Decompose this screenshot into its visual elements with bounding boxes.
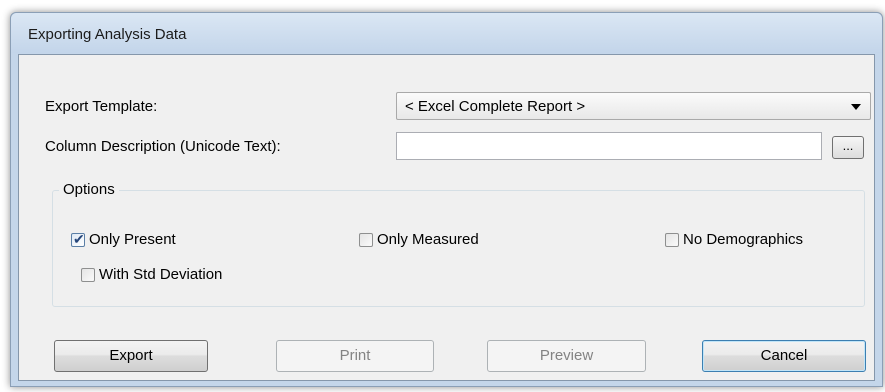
window-title: Exporting Analysis Data [28,26,187,43]
export-button[interactable]: Export [54,340,208,372]
only-measured-label[interactable]: Only Measured [377,231,479,248]
options-group [52,190,865,307]
with-std-deviation-label[interactable]: With Std Deviation [99,266,222,283]
with-std-deviation-checkbox[interactable] [81,268,95,282]
only-measured-checkbox[interactable] [359,233,373,247]
export-template-select[interactable]: < Excel Complete Report > [396,92,871,120]
checkmark-icon: ✔ [73,231,85,247]
export-template-label: Export Template: [45,98,158,115]
dialog-body: Export Template: < Excel Complete Report… [18,54,875,381]
no-demographics-label[interactable]: No Demographics [683,231,803,248]
options-group-label: Options [59,181,119,198]
no-demographics-checkbox[interactable] [665,233,679,247]
export-template-value: < Excel Complete Report > [405,98,586,115]
only-present-label[interactable]: Only Present [89,231,176,248]
column-description-input[interactable] [396,132,822,160]
title-bar[interactable]: Exporting Analysis Data [11,13,882,53]
preview-button[interactable]: Preview [487,340,646,372]
browse-button[interactable]: ... [832,136,864,159]
export-dialog: Exporting Analysis Data Export Template:… [10,12,883,387]
print-button[interactable]: Print [276,340,434,372]
only-present-checkbox[interactable]: ✔ [71,231,85,247]
column-description-label: Column Description (Unicode Text): [45,138,281,155]
chevron-down-icon [851,104,861,110]
cancel-button[interactable]: Cancel [702,340,866,372]
